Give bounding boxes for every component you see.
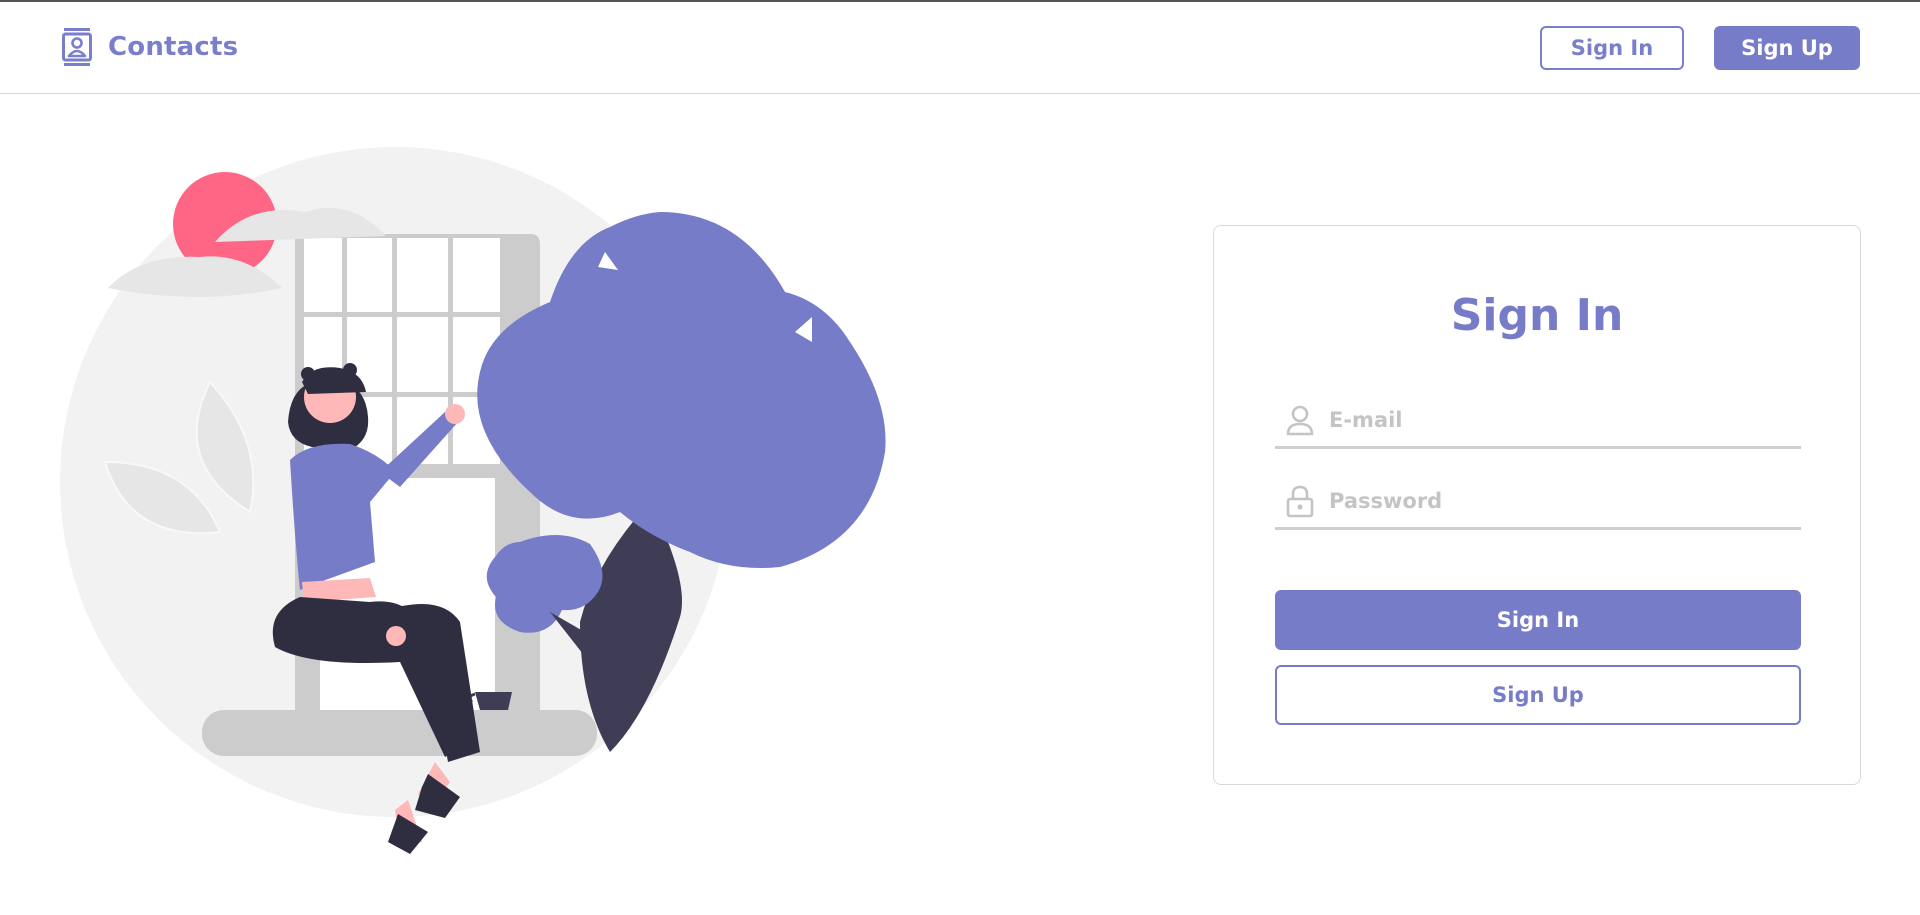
sign-in-card: Sign In Sign In Sign Up bbox=[1213, 225, 1861, 785]
header-sign-in-button[interactable]: Sign In bbox=[1540, 26, 1684, 70]
woman-by-window-illustration bbox=[60, 147, 886, 854]
sign-in-title: Sign In bbox=[1450, 290, 1624, 341]
password-input[interactable] bbox=[1327, 480, 1791, 522]
brand[interactable]: Contacts bbox=[62, 28, 238, 66]
top-navbar: Contacts Sign In Sign Up bbox=[0, 2, 1920, 94]
email-field bbox=[1275, 391, 1801, 449]
sign-up-button[interactable]: Sign Up bbox=[1275, 665, 1801, 725]
header-sign-up-button[interactable]: Sign Up bbox=[1714, 26, 1860, 70]
sign-in-submit-button[interactable]: Sign In bbox=[1275, 590, 1801, 650]
password-field bbox=[1275, 472, 1801, 530]
email-input[interactable] bbox=[1327, 399, 1791, 441]
brand-label: Contacts bbox=[108, 32, 239, 62]
lock-icon bbox=[1286, 485, 1314, 518]
user-icon bbox=[1286, 405, 1314, 436]
contact-book-icon bbox=[62, 28, 92, 66]
